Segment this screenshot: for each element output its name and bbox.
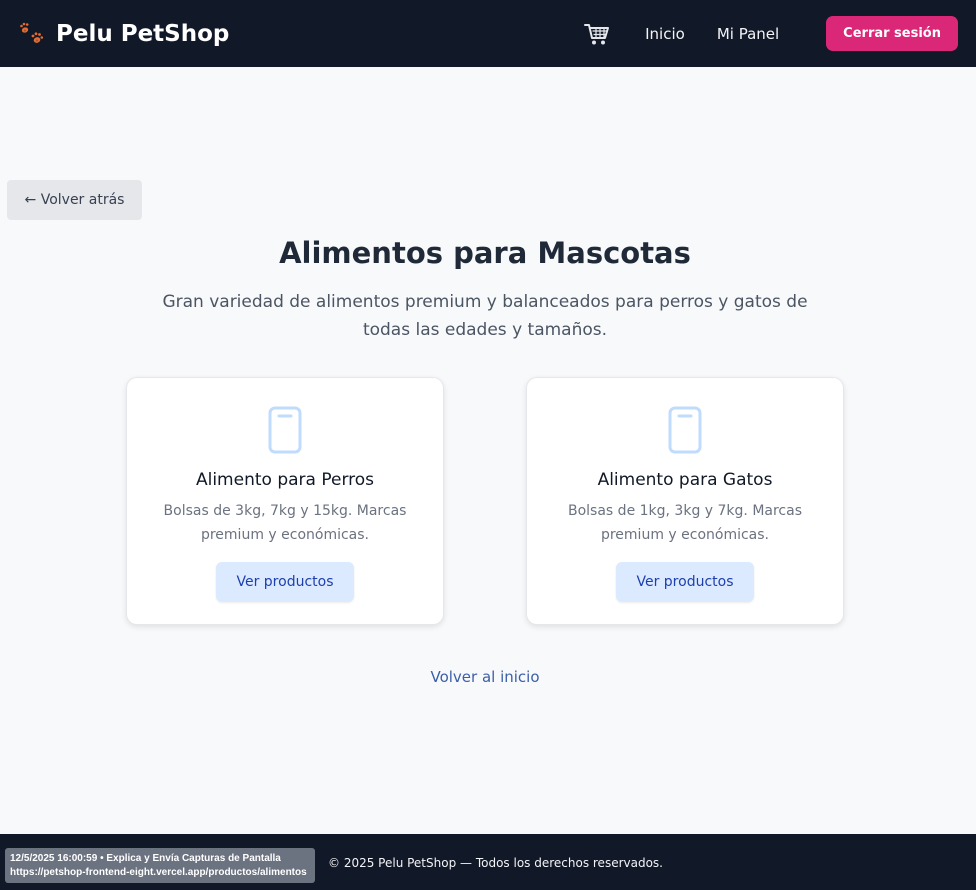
footer: 12/5/2025 16:00:59 • Explica y Envía Cap… <box>0 834 976 890</box>
brand-logo-link[interactable]: Pelu PetShop <box>18 20 229 48</box>
capture-info-overlay: 12/5/2025 16:00:59 • Explica y Envía Cap… <box>5 848 315 883</box>
nav-menu: Inicio Mi Panel Cerrar sesión <box>583 16 958 51</box>
nav-link-inicio[interactable]: Inicio <box>645 25 685 43</box>
back-button[interactable]: ← Volver atrás <box>7 180 142 220</box>
paw-prints-icon <box>20 22 44 43</box>
product-card-gatos: Alimento para Gatos Bolsas de 1kg, 3kg y… <box>526 377 844 625</box>
food-bag-icon <box>668 406 702 454</box>
brand-name: Pelu PetShop <box>56 20 230 47</box>
back-to-home-link[interactable]: Volver al inicio <box>430 668 539 686</box>
logout-button[interactable]: Cerrar sesión <box>826 16 958 51</box>
home-link-container: Volver al inicio <box>0 668 970 686</box>
nav-link-mi-panel[interactable]: Mi Panel <box>717 25 779 43</box>
top-navbar: Pelu PetShop Inicio Mi Panel Cerrar sesi… <box>0 0 976 67</box>
card-title: Alimento para Perros <box>195 470 375 490</box>
page-title: Alimentos para Mascotas <box>279 236 691 270</box>
card-description: Bolsas de 3kg, 7kg y 15kg. Marcas premiu… <box>163 503 407 543</box>
capture-url: https://petshop-frontend-eight.vercel.ap… <box>10 867 307 878</box>
footer-copyright: © 2025 Pelu PetShop — Todos los derechos… <box>328 856 663 870</box>
card-title: Alimento para Gatos <box>597 470 773 490</box>
view-products-button[interactable]: Ver productos <box>616 562 754 602</box>
view-products-button[interactable]: Ver productos <box>216 562 354 602</box>
page-subtitle: Gran variedad de alimentos premium y bal… <box>162 292 808 340</box>
food-bag-icon <box>268 406 302 454</box>
shopping-cart-icon[interactable] <box>583 20 611 48</box>
card-description: Bolsas de 1kg, 3kg y 7kg. Marcas premium… <box>568 503 802 543</box>
product-card-perros: Alimento para Perros Bolsas de 3kg, 7kg … <box>126 377 444 625</box>
capture-timestamp: 12/5/2025 16:00:59 • Explica y Envía Cap… <box>10 853 281 864</box>
